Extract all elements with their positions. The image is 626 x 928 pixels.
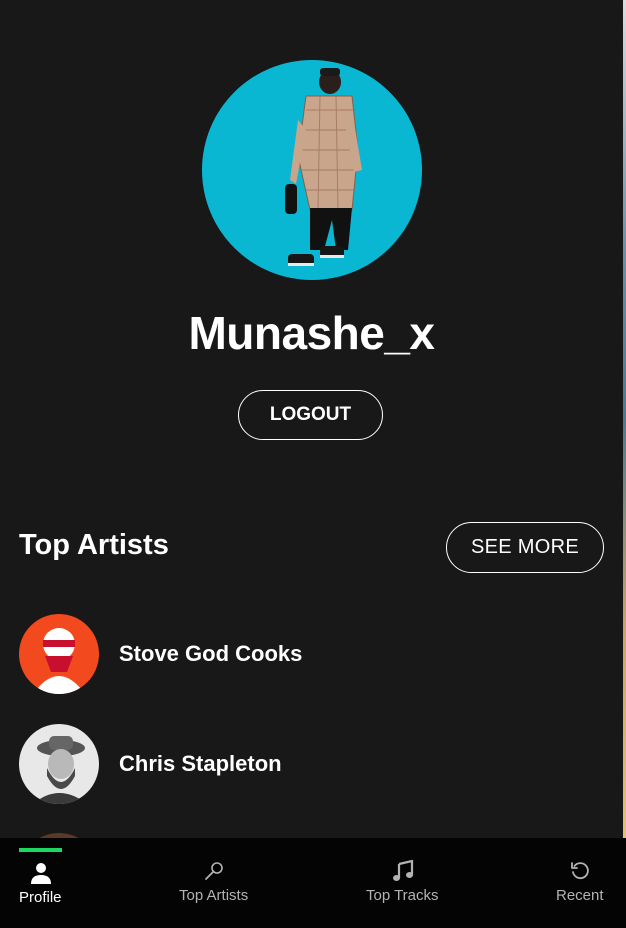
see-more-button[interactable]: SEE MORE — [446, 522, 604, 573]
artist-avatar — [19, 614, 99, 694]
bottom-navigation: Profile Top Artists Top Tracks Recent — [0, 838, 626, 928]
nav-tab-label: Profile — [19, 889, 62, 906]
microphone-icon — [205, 862, 223, 880]
nav-tab-profile[interactable]: Profile — [0, 838, 82, 928]
artist-row[interactable]: Stove God Cooks — [19, 614, 302, 694]
profile-username: Munashe_x — [188, 307, 435, 359]
artist-row[interactable]: Chris Stapleton — [19, 724, 282, 804]
nav-tab-label: Top Artists — [179, 887, 249, 904]
user-icon — [31, 863, 51, 884]
artist-name: Stove God Cooks — [119, 641, 303, 666]
profile-photo — [285, 68, 362, 266]
artist-avatar — [19, 724, 99, 804]
top-artists-heading: Top Artists — [19, 529, 169, 561]
active-tab-indicator — [19, 848, 62, 852]
music-note-icon — [393, 860, 414, 881]
nav-tab-top-tracks[interactable]: Top Tracks — [352, 838, 452, 928]
artist-name: Chris Stapleton — [119, 751, 282, 776]
nav-tab-label: Top Tracks — [366, 887, 439, 904]
profile-avatar — [202, 60, 422, 280]
nav-tab-label: Recent — [556, 887, 604, 904]
nav-tab-recent[interactable]: Recent — [545, 838, 620, 928]
history-icon — [571, 862, 589, 880]
logout-button[interactable]: LOGOUT — [238, 390, 383, 440]
nav-tab-top-artists[interactable]: Top Artists — [164, 838, 264, 928]
